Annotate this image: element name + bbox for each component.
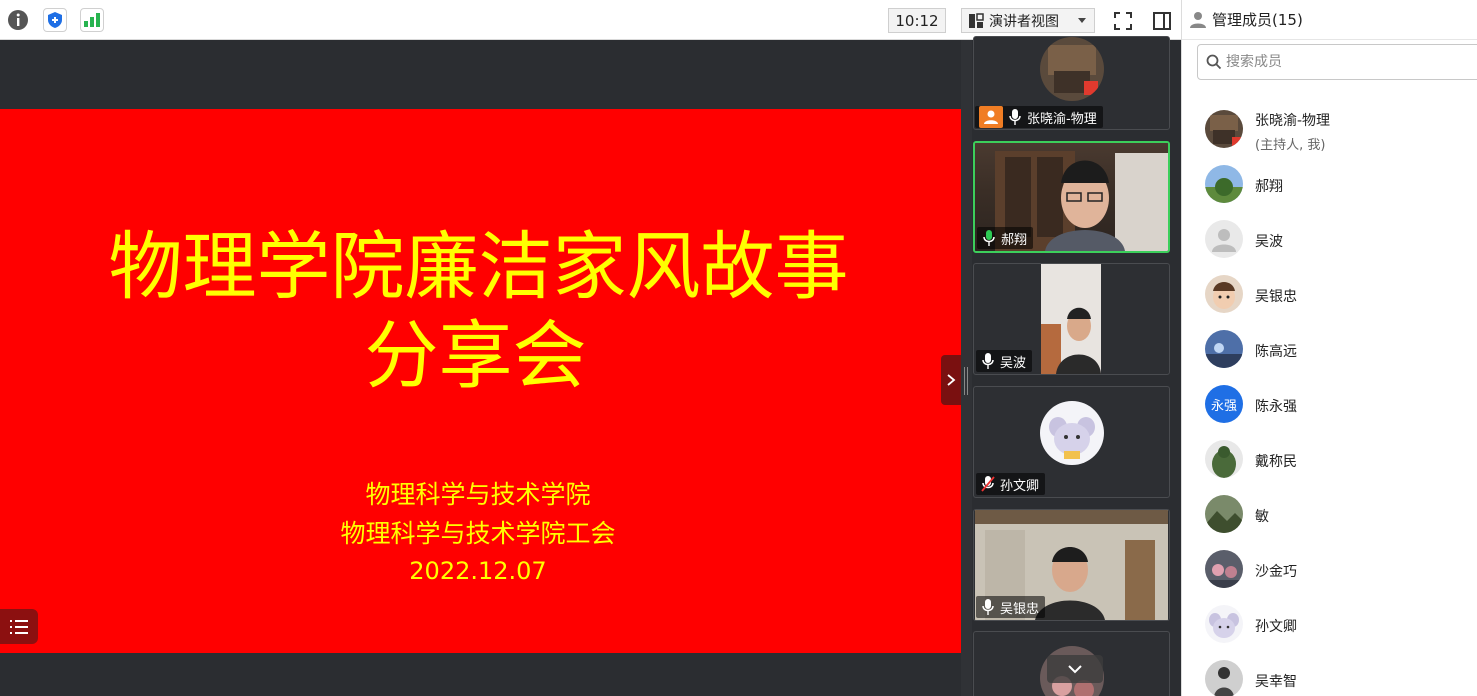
member-avatar xyxy=(1205,275,1243,313)
slide-title-line2: 分享会 xyxy=(364,313,587,399)
member-name: 敏 xyxy=(1255,509,1269,525)
tile-name-tag: 吴银忠 xyxy=(976,596,1046,618)
chevron-down-icon xyxy=(1068,665,1082,674)
video-tile[interactable]: 张晓渝-物理 xyxy=(973,36,1170,130)
member-row[interactable]: 永强 陈永强 xyxy=(1182,377,1477,432)
member-avatar: 永强 xyxy=(1205,385,1243,423)
members-panel: 管理成员(15) 张晓渝-物理 (主持人, 我) 郝翔 吴波 吴银忠 陈 xyxy=(1181,0,1477,696)
shared-screen-stage: 物理学院廉洁家风故事 分享会 物理科学与技术学院 物理科学与技术学院工会 202… xyxy=(0,40,961,696)
microphone-active-icon xyxy=(981,229,997,247)
network-signal-icon[interactable] xyxy=(80,8,104,32)
member-name: 孙文卿 xyxy=(1255,619,1297,635)
top-toolbar: 10:12 演讲者视图 xyxy=(0,0,1181,40)
microphone-icon xyxy=(980,598,996,616)
participant-name: 孙文卿 xyxy=(1000,478,1040,494)
video-tile[interactable]: 孙文卿 xyxy=(973,386,1170,498)
member-name: 沙金巧 xyxy=(1255,564,1297,580)
microphone-icon xyxy=(1007,108,1023,126)
participant-avatar xyxy=(1040,401,1104,465)
member-name: 陈永强 xyxy=(1255,399,1297,415)
members-panel-title: 管理成员(15) xyxy=(1212,11,1303,29)
microphone-muted-icon xyxy=(980,475,996,493)
member-name: 吴幸智 xyxy=(1255,674,1297,690)
member-name: 吴银忠 xyxy=(1255,289,1297,305)
member-avatar xyxy=(1205,220,1243,258)
person-icon xyxy=(1188,10,1208,30)
chevron-down-icon xyxy=(1078,18,1086,23)
member-row[interactable]: 吴银忠 xyxy=(1182,267,1477,322)
video-tile[interactable]: 吴银忠 xyxy=(973,509,1170,621)
member-avatar xyxy=(1205,165,1243,203)
view-mode-label: 演讲者视图 xyxy=(989,13,1059,30)
layout-icon xyxy=(969,12,984,28)
info-icon[interactable] xyxy=(6,8,30,32)
member-row[interactable]: 吴波 xyxy=(1182,212,1477,267)
microphone-icon xyxy=(980,352,996,370)
member-search-box[interactable] xyxy=(1197,44,1477,80)
meeting-clock: 10:12 xyxy=(888,8,946,33)
slide-date: 2022.12.07 xyxy=(409,557,547,585)
member-search-input[interactable] xyxy=(1226,54,1466,70)
list-menu-button[interactable] xyxy=(0,609,38,644)
list-icon xyxy=(10,619,28,634)
member-avatar xyxy=(1205,660,1243,696)
search-icon xyxy=(1206,54,1222,70)
participant-avatar xyxy=(1040,37,1104,101)
participant-name: 张晓渝-物理 xyxy=(1027,111,1097,127)
member-row[interactable]: 吴幸智 xyxy=(1182,652,1477,696)
member-avatar xyxy=(1205,440,1243,478)
member-row[interactable]: 沙金巧 xyxy=(1182,542,1477,597)
member-row[interactable]: 陈高远 xyxy=(1182,322,1477,377)
member-row[interactable]: 郝翔 xyxy=(1182,157,1477,212)
participant-name: 郝翔 xyxy=(1001,232,1028,248)
member-name: 张晓渝-物理 xyxy=(1255,113,1331,129)
tile-name-tag: 吴波 xyxy=(976,350,1033,372)
collapse-strip-button[interactable] xyxy=(941,355,961,405)
resize-handle[interactable] xyxy=(964,367,968,395)
tile-name-tag: 孙文卿 xyxy=(976,473,1046,495)
member-row[interactable]: 孙文卿 xyxy=(1182,597,1477,652)
slide-subtitle-2: 物理科学与技术学院工会 xyxy=(340,519,616,548)
chevron-right-icon xyxy=(947,374,956,386)
member-avatar xyxy=(1205,495,1243,533)
member-avatar xyxy=(1205,330,1243,368)
member-name: 吴波 xyxy=(1255,234,1283,250)
fullscreen-icon[interactable] xyxy=(1110,8,1136,34)
participant-name: 吴波 xyxy=(1000,355,1027,371)
presentation-slide: 物理学院廉洁家风故事 分享会 物理科学与技术学院 物理科学与技术学院工会 202… xyxy=(0,109,961,653)
participant-video xyxy=(1041,264,1101,374)
member-avatar xyxy=(1205,110,1243,148)
slide-title-line1: 物理学院廉洁家风故事 xyxy=(108,224,849,310)
scroll-down-button[interactable] xyxy=(1047,655,1103,683)
member-role: (主持人, 我) xyxy=(1255,138,1326,153)
member-name: 郝翔 xyxy=(1255,179,1283,195)
participant-name: 吴银忠 xyxy=(1000,601,1040,617)
slide-subtitle-1: 物理科学与技术学院 xyxy=(365,480,591,509)
member-initials: 永强 xyxy=(1210,398,1237,414)
tile-name-tag: 郝翔 xyxy=(977,227,1034,249)
member-row[interactable]: 戴称民 xyxy=(1182,432,1477,487)
tile-name-tag: 张晓渝-物理 xyxy=(975,106,1103,128)
security-shield-icon[interactable] xyxy=(43,8,67,32)
member-row[interactable]: 张晓渝-物理 (主持人, 我) xyxy=(1182,102,1477,157)
member-avatar xyxy=(1205,550,1243,588)
members-panel-header: 管理成员(15) xyxy=(1182,0,1477,40)
view-mode-dropdown[interactable]: 演讲者视图 xyxy=(961,8,1095,33)
member-name: 戴称民 xyxy=(1255,454,1297,470)
toggle-sidebar-icon[interactable] xyxy=(1149,8,1175,34)
member-row[interactable]: 敏 xyxy=(1182,487,1477,542)
member-name: 陈高远 xyxy=(1255,344,1297,360)
video-tile-active[interactable]: 郝翔 xyxy=(973,141,1170,253)
host-badge-icon xyxy=(979,106,1003,128)
member-avatar xyxy=(1205,605,1243,643)
video-tile[interactable]: 吴波 xyxy=(973,263,1170,375)
